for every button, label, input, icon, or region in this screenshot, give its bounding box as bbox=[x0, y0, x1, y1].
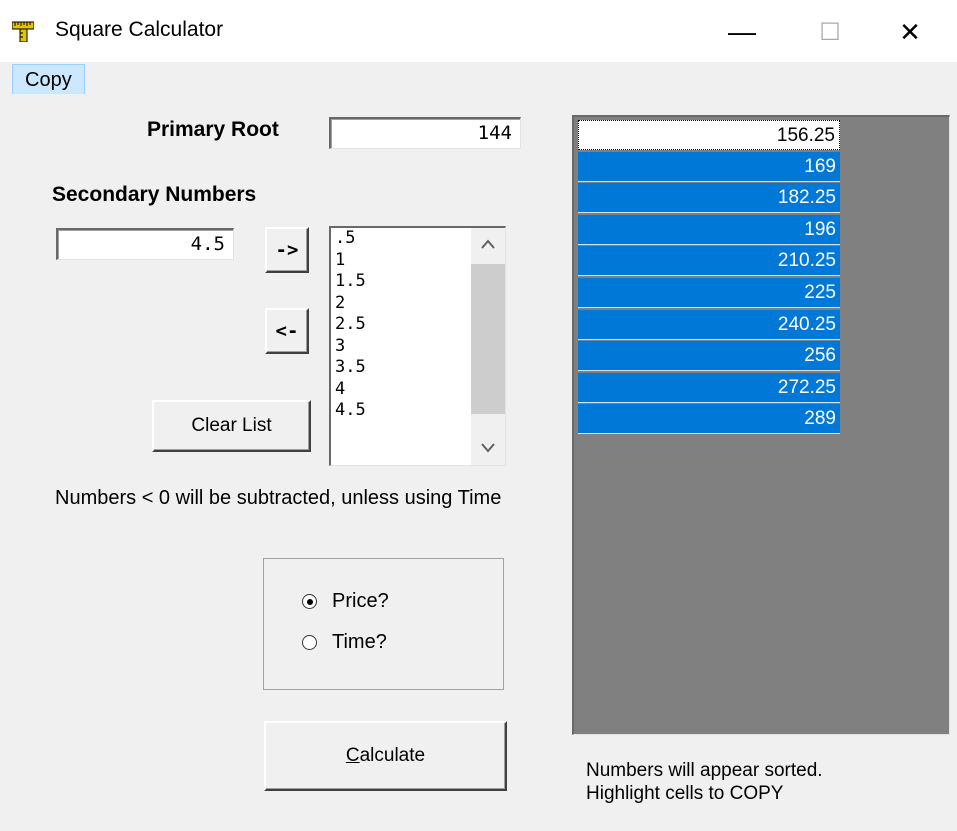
add-number-button[interactable]: -> bbox=[265, 227, 309, 273]
list-item[interactable]: 3.5 bbox=[331, 357, 471, 379]
calculate-button[interactable]: Calculate bbox=[264, 721, 507, 791]
scroll-down-icon[interactable] bbox=[480, 442, 496, 454]
primary-root-input[interactable]: 144 bbox=[329, 117, 521, 149]
list-item[interactable]: 3 bbox=[331, 336, 471, 358]
result-cell[interactable]: 256 bbox=[578, 341, 840, 372]
secondary-numbers-label: Secondary Numbers bbox=[52, 183, 257, 206]
sorted-note: Numbers will appear sorted. bbox=[586, 760, 823, 781]
radio-selected-dot bbox=[306, 598, 313, 605]
result-cell[interactable]: 289 bbox=[578, 404, 840, 435]
scroll-up-icon[interactable] bbox=[480, 238, 496, 250]
primary-root-label: Primary Root bbox=[147, 118, 279, 141]
clear-list-button[interactable]: Clear List bbox=[152, 400, 311, 452]
result-cell[interactable]: 225 bbox=[578, 278, 840, 308]
scroll-thumb[interactable] bbox=[471, 264, 505, 414]
minimize-button[interactable]: — bbox=[712, 10, 772, 54]
close-button[interactable]: ✕ bbox=[880, 10, 940, 54]
time-radio[interactable] bbox=[302, 635, 317, 650]
list-item[interactable]: 4 bbox=[331, 379, 471, 401]
app-ruler-icon bbox=[12, 21, 34, 42]
time-label[interactable]: Time? bbox=[332, 631, 387, 654]
price-label[interactable]: Price? bbox=[332, 590, 389, 613]
list-item[interactable]: .5 bbox=[331, 228, 471, 250]
result-cell[interactable]: 210.25 bbox=[578, 246, 840, 277]
result-cell[interactable]: 169 bbox=[578, 151, 840, 182]
menu-bar bbox=[0, 62, 957, 94]
menu-item-copy[interactable]: Copy bbox=[12, 64, 85, 96]
calculate-accelerator: C bbox=[345, 745, 360, 766]
secondary-number-input[interactable]: 4.5 bbox=[56, 228, 234, 260]
list-item[interactable]: 2 bbox=[331, 293, 471, 315]
list-item[interactable]: 1 bbox=[331, 250, 471, 272]
list-item[interactable]: 1.5 bbox=[331, 271, 471, 293]
list-item[interactable]: 2.5 bbox=[331, 314, 471, 336]
remove-number-button[interactable]: <- bbox=[265, 308, 309, 354]
mode-groupbox bbox=[263, 558, 504, 690]
maximize-button[interactable]: ☐ bbox=[800, 10, 860, 54]
list-scrollbar[interactable] bbox=[471, 228, 505, 465]
secondary-numbers-list[interactable]: .5 1 1.5 2 2.5 3 3.5 4 4.5 bbox=[329, 226, 506, 466]
subtract-note: Numbers < 0 will be subtracted, unless u… bbox=[55, 487, 502, 509]
price-radio[interactable] bbox=[302, 594, 317, 609]
result-cell[interactable]: 240.25 bbox=[578, 309, 840, 340]
result-cell[interactable]: 272.25 bbox=[578, 372, 840, 403]
list-item[interactable]: 4.5 bbox=[331, 400, 471, 422]
results-grid[interactable]: 156.25 169 182.25 196 210.25 225 240.25 256 272.… bbox=[572, 115, 950, 735]
result-cell[interactable]: 182.25 bbox=[578, 183, 840, 214]
copy-hint-note: Highlight cells to COPY bbox=[586, 783, 784, 804]
calculate-label: alculate bbox=[359, 745, 426, 766]
result-cell[interactable]: 156.25 bbox=[578, 120, 840, 150]
result-cell[interactable]: 196 bbox=[578, 214, 840, 245]
window-title: Square Calculator bbox=[55, 18, 224, 41]
